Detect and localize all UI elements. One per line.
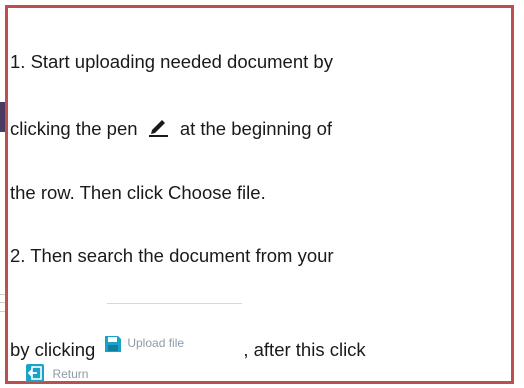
return-button[interactable]: Return (26, 364, 88, 384)
instruction-line-3: the row. Then click Choose file. (10, 182, 266, 204)
pen-icon (148, 120, 168, 137)
instruction-callout: 1. Start uploading needed document by cl… (5, 5, 514, 384)
instruction-text: 2. Then search the document from your (10, 245, 334, 266)
return-label: Return (52, 367, 89, 381)
floppy-disk-icon (105, 336, 122, 352)
instruction-text: , after this click (243, 339, 366, 360)
instruction-line-1: 1. Start uploading needed document by (10, 51, 333, 73)
instruction-text: the row. Then click Choose file. (10, 182, 266, 203)
return-arrow-icon (26, 364, 44, 382)
instruction-text: by clicking (10, 339, 96, 360)
instruction-text: at the beginning of (179, 118, 333, 139)
instruction-line-4: 2. Then search the document from your (10, 245, 334, 267)
upload-file-button[interactable]: Upload file (101, 303, 243, 359)
instruction-text: 1. Start uploading needed document by (10, 51, 333, 72)
instruction-line-2: clicking the pen at the beginning of (10, 117, 332, 140)
upload-file-label: Upload file (127, 336, 185, 350)
instruction-line-5: by clicking Upload file , after this cli… (10, 303, 366, 361)
instruction-text: clicking the pen (10, 118, 138, 139)
button-divider (107, 303, 243, 304)
